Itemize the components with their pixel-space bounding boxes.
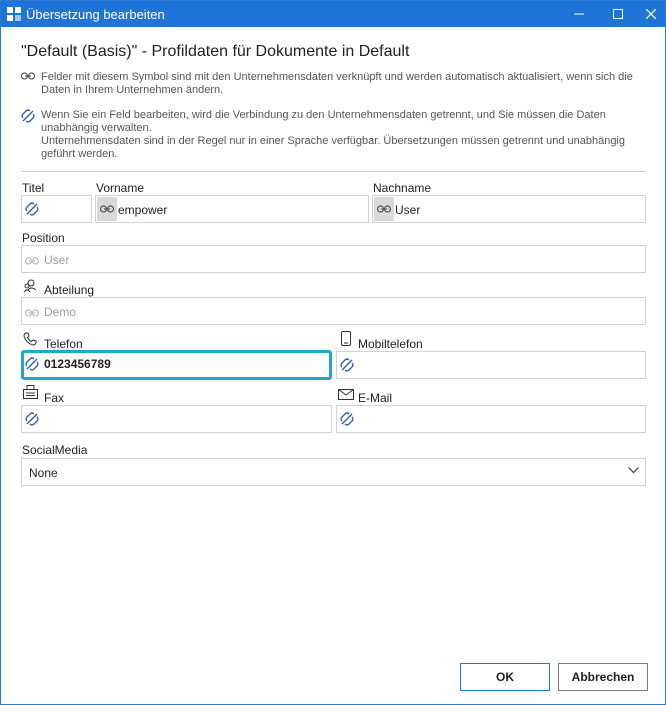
note-linked-text: Felder mit diesem Symbol sind mit den Un… <box>41 71 633 96</box>
note-unlinked-text: Wenn Sie ein Feld bearbeiten, wird die V… <box>41 109 606 134</box>
email-field[interactable] <box>336 405 646 433</box>
label-fax: Fax <box>44 391 65 405</box>
maximize-icon <box>613 9 623 19</box>
chevron-down-icon <box>628 467 639 474</box>
link-icon <box>25 309 39 317</box>
title-bar[interactable]: Übersetzung bearbeiten <box>1 1 665 27</box>
telefon-field[interactable]: 0123456789 <box>21 350 332 380</box>
vorname-value: empower <box>118 203 168 217</box>
link-icon <box>377 205 391 213</box>
nachname-field[interactable]: User <box>372 195 646 223</box>
label-abteilung: Abteilung <box>44 283 95 297</box>
divider <box>21 171 645 172</box>
abteilung-value: Demo <box>44 305 77 319</box>
position-value: User <box>44 253 70 267</box>
label-email: E-Mail <box>358 391 393 405</box>
ok-button[interactable]: OK <box>460 663 550 691</box>
nachname-value: User <box>395 203 421 217</box>
titel-field[interactable] <box>21 195 92 223</box>
minimize-icon <box>574 13 584 15</box>
app-icon <box>7 7 21 21</box>
mobiltelefon-field[interactable] <box>336 351 646 379</box>
dialog-content: "Default (Basis)" - Profildaten für Doku… <box>1 27 665 704</box>
page-title: "Default (Basis)" - Profildaten für Doku… <box>21 43 410 60</box>
link-icon-box <box>374 197 394 221</box>
position-field: User <box>21 245 646 273</box>
maximize-button[interactable] <box>604 1 632 27</box>
link-icon-box <box>97 197 117 221</box>
label-vorname: Vorname <box>96 181 145 195</box>
link-icon <box>100 205 114 213</box>
unlink-icon <box>25 357 39 371</box>
fax-icon <box>23 385 38 399</box>
fax-field[interactable] <box>21 405 332 433</box>
socialmedia-value: None <box>29 466 58 480</box>
telefon-value: 0123456789 <box>44 357 111 371</box>
cancel-button[interactable]: Abbrechen <box>558 663 648 691</box>
close-icon <box>646 9 656 19</box>
minimize-button[interactable] <box>565 1 593 27</box>
unlink-icon <box>25 412 39 426</box>
unlink-icon <box>340 412 354 426</box>
socialmedia-select[interactable]: None <box>21 458 646 486</box>
note-language-text: Unternehmensdaten sind in der Regel nur … <box>41 135 625 160</box>
label-nachname: Nachname <box>373 181 432 195</box>
link-icon <box>21 72 35 80</box>
link-icon <box>25 257 39 265</box>
label-position: Position <box>22 231 65 245</box>
label-mobiltelefon: Mobiltelefon <box>358 337 423 351</box>
phone-icon <box>23 332 37 346</box>
department-icon <box>23 279 37 293</box>
label-socialmedia: SocialMedia <box>22 443 88 457</box>
unlink-icon <box>25 202 39 216</box>
window-title: Übersetzung bearbeiten <box>26 7 165 22</box>
unlink-icon <box>21 109 35 123</box>
label-titel: Titel <box>22 181 45 195</box>
mail-icon <box>338 389 354 400</box>
label-telefon: Telefon <box>44 337 83 351</box>
vorname-field[interactable]: empower <box>95 195 369 223</box>
unlink-icon <box>340 358 354 372</box>
dialog-window: Übersetzung bearbeiten "Default (Basis)"… <box>0 0 666 705</box>
close-button[interactable] <box>637 1 665 27</box>
abteilung-field: Demo <box>21 297 646 325</box>
mobile-phone-icon <box>341 331 351 346</box>
